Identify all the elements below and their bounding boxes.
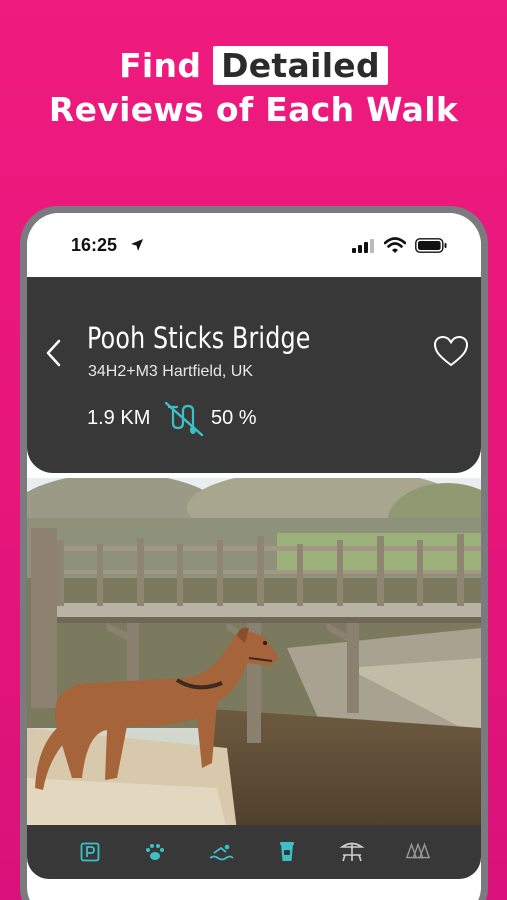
status-time: 16:25 <box>71 235 118 255</box>
promo-headline: Find Detailed Reviews of Each Walk <box>0 44 507 132</box>
walk-distance: 1.9 KM <box>87 407 151 429</box>
bridge-dog-photo <box>27 478 481 831</box>
wifi-icon <box>384 237 406 253</box>
headline-highlight: Detailed <box>213 46 388 85</box>
signal-icon <box>352 239 374 253</box>
walk-address: 34H2+M3 Hartfield, UK <box>88 363 253 380</box>
forest-icon[interactable] <box>405 839 431 865</box>
app-screen: 16:25 Pooh Sticks Bridge 34H2+M3 Hartfie… <box>27 213 481 900</box>
no-lead-icon <box>164 401 204 437</box>
headline-prefix: Find <box>119 46 202 85</box>
walk-title: Pooh Sticks Bridge <box>87 321 311 355</box>
heart-icon[interactable] <box>433 335 469 367</box>
parking-icon[interactable] <box>77 839 103 865</box>
phone-frame: 16:25 Pooh Sticks Bridge 34H2+M3 Hartfie… <box>20 206 488 900</box>
picnic-icon[interactable] <box>339 839 365 865</box>
paw-icon[interactable] <box>142 839 168 865</box>
cafe-icon[interactable] <box>274 839 300 865</box>
walk-header: Pooh Sticks Bridge 34H2+M3 Hartfield, UK… <box>27 277 481 473</box>
headline-line-1: Find Detailed <box>0 44 507 88</box>
status-bar: 16:25 <box>27 213 481 277</box>
amenities-bar <box>27 825 481 879</box>
swimming-icon[interactable] <box>208 839 234 865</box>
walk-photo <box>27 478 481 831</box>
off-lead-percentage: 50 % <box>211 407 257 429</box>
location-arrow-icon <box>131 239 143 251</box>
chevron-left-icon[interactable] <box>45 339 63 367</box>
battery-icon <box>415 238 447 253</box>
headline-line-2: Reviews of Each Walk <box>48 90 459 129</box>
